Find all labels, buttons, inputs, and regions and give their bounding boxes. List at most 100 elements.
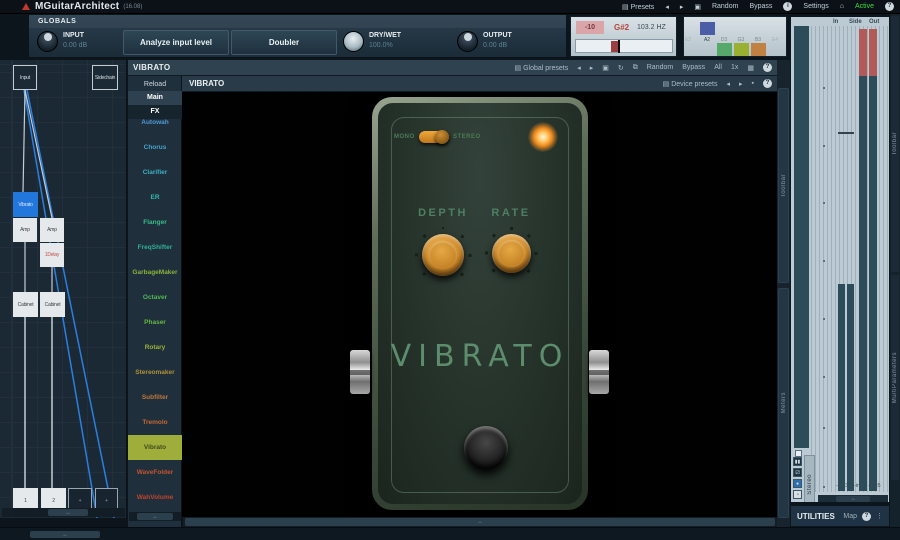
- fx-random-button[interactable]: Random: [647, 64, 673, 71]
- detected-note-block: [700, 22, 715, 35]
- node-cabinet-1[interactable]: Cabinet: [13, 292, 38, 317]
- out-meter-right: [869, 76, 877, 491]
- fx-ab-icon[interactable]: ▣: [602, 64, 609, 72]
- fx-prev-icon[interactable]: ◂: [577, 64, 581, 72]
- vibrato-pedal: MONO STEREO DEPTH RATE: [372, 97, 588, 510]
- sidebar-hscrollbar[interactable]: ↔: [129, 512, 181, 521]
- analyze-input-level-button[interactable]: Analyze input level: [123, 30, 229, 55]
- mono-stereo-toggle[interactable]: [419, 131, 449, 143]
- out-clip-right: [869, 29, 877, 76]
- reload-button[interactable]: Reload: [128, 78, 182, 91]
- home-icon[interactable]: ⌂: [840, 3, 844, 10]
- node-amp-1[interactable]: Amp: [13, 218, 37, 242]
- node-vibrato[interactable]: Vibrato: [13, 192, 38, 217]
- meter-clock-icon[interactable]: ◔: [793, 490, 802, 499]
- fx-next-icon[interactable]: ▸: [590, 64, 594, 72]
- string-label-e4: E4: [769, 37, 781, 43]
- device-hscrollbar[interactable]: ↔: [183, 517, 777, 527]
- toolbar-collapsed-panel[interactable]: Toolbar: [778, 88, 789, 283]
- fx-item-wavefolder[interactable]: WaveFolder: [128, 460, 182, 485]
- depth-knob[interactable]: [422, 234, 464, 276]
- fx-item-garbagemaker[interactable]: GarbageMaker: [128, 260, 182, 285]
- device-next-icon[interactable]: ▸: [739, 80, 743, 88]
- fx-once-button[interactable]: 1x: [731, 64, 738, 71]
- fx-item-stereomaker[interactable]: Stereomaker: [128, 360, 182, 385]
- drywet-knob[interactable]: [343, 31, 364, 52]
- meter-mode-icon[interactable]: ●: [793, 479, 802, 488]
- fx-all-button[interactable]: All: [714, 64, 722, 71]
- globals-header-strip: [29, 15, 566, 28]
- device-prev-icon[interactable]: ◂: [726, 80, 730, 88]
- fx-panel-header: VIBRATO ▤ Global presets ◂ ▸ ▣ ↻ ⧉ Rando…: [128, 60, 778, 76]
- device-menu-icon[interactable]: ▪: [752, 80, 754, 87]
- fx-item-wahvolume[interactable]: WahVolume: [128, 485, 182, 510]
- multiparameters-collapsed[interactable]: MultiParameters: [891, 275, 899, 480]
- settings-button[interactable]: Settings: [803, 3, 828, 10]
- fx-item-octaver[interactable]: Octaver: [128, 285, 182, 310]
- node-amp-2[interactable]: Amp: [40, 218, 64, 242]
- fx-item-chorus[interactable]: Chorus: [128, 135, 182, 160]
- device-presets-menu[interactable]: ▤ Device presets: [663, 80, 718, 88]
- bypass-button[interactable]: Bypass: [749, 3, 772, 10]
- input-knob[interactable]: [37, 31, 58, 52]
- node-input[interactable]: Input: [13, 65, 37, 90]
- tab-main[interactable]: Main: [128, 91, 182, 105]
- active-toggle[interactable]: Active: [855, 3, 874, 10]
- meter-pause-icon[interactable]: ▮▮: [793, 457, 802, 466]
- fx-item-freqshifter[interactable]: FreqShifter: [128, 235, 182, 260]
- out-clip-left: [859, 29, 867, 76]
- doubler-button[interactable]: Doubler: [231, 30, 337, 55]
- meter-random-icon[interactable]: ⚂: [793, 468, 802, 477]
- fx-item-vibrato-selected[interactable]: Vibrato: [128, 435, 182, 460]
- fx-undo-icon[interactable]: ↻: [618, 64, 624, 72]
- map-button[interactable]: Map: [843, 513, 857, 520]
- fx-grid-icon[interactable]: ▦: [747, 64, 754, 72]
- fx-item-autowah[interactable]: Autowah: [128, 110, 182, 135]
- power-led-icon: [528, 122, 558, 152]
- output-knob[interactable]: [457, 31, 478, 52]
- fx-item-rotary[interactable]: Rotary: [128, 335, 182, 360]
- global-presets-menu[interactable]: ▤ Global presets: [515, 64, 569, 72]
- fx-copy-icon[interactable]: ⧉: [633, 64, 638, 72]
- meters-hscrollbar[interactable]: ↔: [818, 495, 888, 503]
- input-label: INPUT: [63, 32, 84, 39]
- graph-hscrollbar[interactable]: ↔: [2, 508, 125, 517]
- fx-item-subfilter[interactable]: Subfilter: [128, 385, 182, 410]
- toolbar-right-collapsed[interactable]: Toolbar: [891, 16, 899, 272]
- fx-item-er[interactable]: ER: [128, 185, 182, 210]
- preset-next-icon[interactable]: ▸: [680, 3, 684, 11]
- tuner-bar: [575, 39, 673, 53]
- node-delay[interactable]: 1Delay: [40, 243, 64, 267]
- fx-item-tremolo[interactable]: Tremolo: [128, 410, 182, 435]
- graph-connections: [0, 60, 127, 518]
- rate-knob[interactable]: [492, 234, 531, 273]
- meter-readout-in: -11.3: [836, 483, 848, 489]
- meters-panel: In Side Out -11.3 -inf -4.95 ▮▮ ⚂ ● ◔ St…: [790, 16, 890, 503]
- drywet-label: DRY/WET: [369, 32, 401, 39]
- fx-item-phaser[interactable]: Phaser: [128, 310, 182, 335]
- stereo-tab[interactable]: Stereo: [804, 455, 815, 503]
- meter-reset-icon[interactable]: [795, 450, 802, 457]
- device-help-icon[interactable]: ?: [763, 79, 772, 88]
- fx-bypass-button[interactable]: Bypass: [682, 64, 705, 71]
- node-cabinet-2[interactable]: Cabinet: [40, 292, 65, 317]
- presets-menu[interactable]: ▤ Presets: [622, 3, 654, 11]
- utilities-title: UTILITIES: [797, 512, 835, 521]
- ab-compare-icon[interactable]: ▣: [694, 3, 701, 11]
- info-icon[interactable]: i: [783, 2, 792, 11]
- utilities-menu-icon[interactable]: ⋮: [876, 512, 883, 520]
- help-icon[interactable]: ?: [885, 2, 894, 11]
- footswitch-button[interactable]: [464, 426, 508, 470]
- random-button[interactable]: Random: [712, 3, 738, 10]
- utilities-help-icon[interactable]: ?: [862, 512, 871, 521]
- main-level-meter: [794, 26, 809, 448]
- preset-prev-icon[interactable]: ◂: [665, 3, 669, 11]
- fx-item-flanger[interactable]: Flanger: [128, 210, 182, 235]
- signal-chain-graph: Input Sidechain Vibrato Amp Amp 1Delay C…: [0, 60, 127, 518]
- node-sidechain[interactable]: Sidechain: [92, 65, 118, 90]
- bottom-hscrollbar[interactable]: ↔: [30, 531, 100, 538]
- fx-help-icon[interactable]: ?: [763, 63, 772, 72]
- tuner-panel: -10 G#2 103.2 HZ: [570, 16, 677, 57]
- meters-collapsed-panel[interactable]: Meters: [778, 288, 789, 518]
- fx-item-clarifier[interactable]: Clarifier: [128, 160, 182, 185]
